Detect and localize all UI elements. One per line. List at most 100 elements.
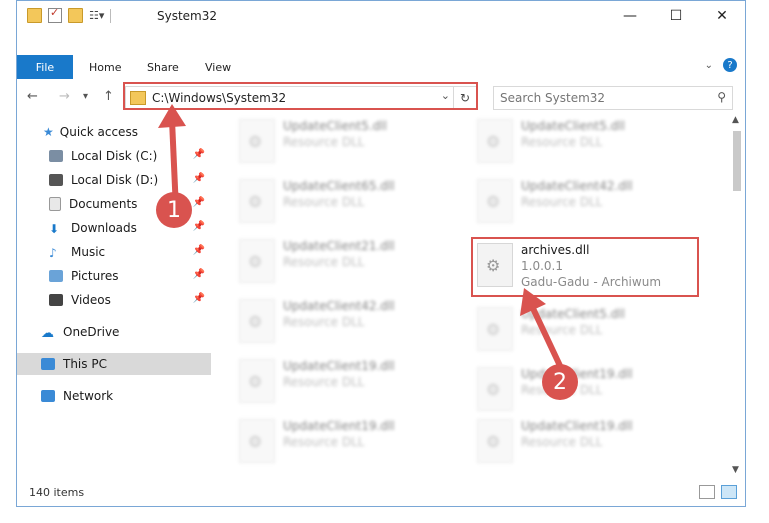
item-count: 140 items [29, 486, 85, 499]
star-icon: ★ [43, 125, 54, 139]
toolbar-separator [110, 8, 112, 23]
new-folder-icon[interactable] [68, 8, 83, 23]
dll-file-icon [239, 419, 275, 463]
search-input[interactable] [498, 90, 702, 106]
nav-label: Pictures [71, 269, 119, 283]
scroll-down-icon[interactable]: ▼ [732, 465, 739, 475]
file-desc: Resource DLL [283, 435, 365, 449]
pictures-icon [49, 270, 63, 282]
file-desc: Resource DLL [283, 315, 365, 329]
file-name: UpdateClient19.dll [283, 359, 395, 373]
details-view-icon[interactable] [699, 485, 715, 499]
properties-icon[interactable] [48, 6, 62, 23]
file-item[interactable]: UpdateClient42.dll Resource DLL [471, 173, 701, 227]
file-item[interactable]: UpdateClient21.dll Resource DLL [233, 233, 463, 287]
dll-file-icon [239, 239, 275, 283]
scroll-up-icon[interactable]: ▲ [732, 115, 739, 125]
up-icon[interactable]: ↑ [103, 89, 114, 104]
file-item[interactable]: UpdateClient5.dll Resource DLL [233, 113, 463, 167]
dll-file-icon [239, 119, 275, 163]
nav-label: Quick access [59, 125, 138, 139]
dll-file-icon [477, 307, 513, 351]
nav-label: Documents [69, 197, 138, 211]
tab-view[interactable]: View [205, 55, 231, 79]
ribbon-tabs: File Home Share View ⌄ ? [17, 55, 745, 79]
nav-label: Network [63, 389, 114, 403]
nav-music[interactable]: ♪ Music 📌 [49, 241, 243, 263]
dll-file-icon [477, 119, 513, 163]
nav-local-disk-c[interactable]: Local Disk (C:) 📌 [49, 145, 243, 167]
pin-icon: 📌 [192, 245, 205, 256]
file-name: UpdateClient65.dll [283, 179, 395, 193]
forward-icon[interactable]: → [59, 89, 70, 104]
documents-icon [49, 197, 61, 211]
file-desc: Resource DLL [283, 375, 365, 389]
network-icon [41, 390, 55, 402]
nav-quick-access[interactable]: ★ Quick access [43, 121, 237, 143]
expand-ribbon-icon[interactable]: ⌄ [705, 60, 713, 71]
videos-icon [49, 294, 63, 306]
window-title: System32 [157, 9, 218, 23]
file-item[interactable]: UpdateClient5.dll Resource DLL [471, 113, 701, 167]
close-button[interactable]: ✕ [699, 1, 745, 31]
nav-label: OneDrive [63, 325, 120, 339]
tiles-view-icon[interactable] [721, 485, 737, 499]
back-icon[interactable]: ← [27, 89, 38, 104]
help-icon[interactable]: ? [723, 58, 737, 72]
file-item[interactable]: UpdateClient19.dll Resource DLL [471, 413, 701, 467]
disk-icon [49, 174, 63, 186]
tab-file[interactable]: File [17, 55, 73, 79]
view-switcher [699, 485, 737, 499]
nav-label: Music [71, 245, 106, 259]
search-box[interactable]: ⚲ [493, 86, 733, 110]
title-bar: ☷▾ System32 — ☐ ✕ [17, 1, 745, 31]
pin-icon: 📌 [192, 221, 205, 232]
file-item[interactable]: UpdateClient5.dll Resource DLL [471, 301, 701, 355]
dll-file-icon [477, 367, 513, 411]
dll-file-icon [239, 299, 275, 343]
customize-toolbar-icon[interactable]: ☷▾ [89, 9, 104, 22]
file-item[interactable]: UpdateClient19.dll Resource DLL [233, 413, 463, 467]
quick-access-toolbar: ☷▾ [27, 6, 112, 23]
arrow-to-file-icon [520, 288, 565, 372]
file-name: UpdateClient21.dll [283, 239, 395, 253]
nav-label: Videos [71, 293, 111, 307]
nav-documents[interactable]: Documents 📌 [49, 193, 243, 215]
tab-share[interactable]: Share [147, 55, 179, 79]
maximize-button[interactable]: ☐ [653, 1, 699, 31]
file-desc: Resource DLL [521, 195, 603, 209]
folder-icon[interactable] [27, 8, 42, 23]
nav-onedrive[interactable]: ☁ OneDrive [41, 321, 235, 343]
nav-downloads[interactable]: ⬇ Downloads 📌 [49, 217, 243, 239]
file-desc: Resource DLL [521, 435, 603, 449]
dll-file-icon [477, 179, 513, 223]
file-desc: Resource DLL [283, 195, 365, 209]
tab-home[interactable]: Home [89, 55, 121, 79]
nav-label: Local Disk (C:) [71, 149, 158, 163]
nav-this-pc[interactable]: This PC [17, 353, 211, 375]
file-item[interactable]: UpdateClient42.dll Resource DLL [233, 293, 463, 347]
nav-label: Downloads [71, 221, 137, 235]
file-desc: Resource DLL [521, 135, 603, 149]
status-bar: 140 items [17, 480, 745, 506]
cloud-icon: ☁ [41, 326, 54, 341]
file-item[interactable]: UpdateClient65.dll Resource DLL [233, 173, 463, 227]
minimize-button[interactable]: — [607, 1, 653, 31]
file-name: UpdateClient19.dll [521, 419, 633, 433]
nav-videos[interactable]: Videos 📌 [49, 289, 243, 311]
vertical-scrollbar[interactable]: ▲ ▼ [731, 113, 743, 477]
scroll-thumb[interactable] [733, 131, 741, 191]
nav-local-disk-d[interactable]: Local Disk (D:) 📌 [49, 169, 243, 191]
nav-label: This PC [63, 357, 107, 371]
annotation-badge-1: 1 [156, 192, 192, 228]
nav-pictures[interactable]: Pictures 📌 [49, 265, 243, 287]
recent-locations-icon[interactable]: ▾ [83, 91, 88, 102]
file-desc: Resource DLL [283, 255, 365, 269]
disk-icon [49, 150, 63, 162]
nav-network[interactable]: Network [41, 385, 235, 407]
file-item[interactable]: UpdateClient19.dll Resource DLL [471, 361, 701, 415]
dll-file-icon [239, 359, 275, 403]
file-name: UpdateClient42.dll [283, 299, 395, 313]
downloads-icon: ⬇ [49, 222, 60, 236]
file-item[interactable]: UpdateClient19.dll Resource DLL [233, 353, 463, 407]
